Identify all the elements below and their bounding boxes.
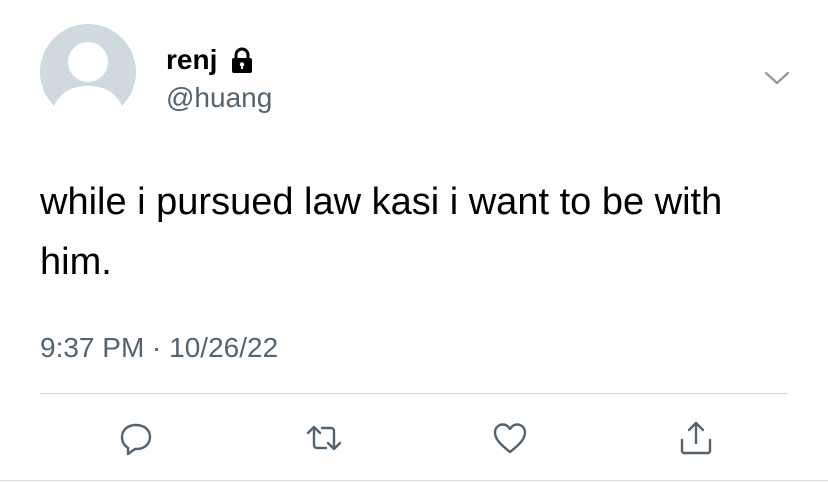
tweet-timestamp[interactable]: 9:37 PM · 10/26/22: [40, 334, 278, 362]
default-profile-icon: [50, 42, 126, 120]
retweet-button[interactable]: [304, 418, 344, 458]
share-icon: [680, 421, 712, 455]
reply-icon: [120, 423, 152, 456]
chevron-down-icon[interactable]: [762, 66, 792, 90]
reply-button[interactable]: [116, 418, 156, 458]
divider: [40, 393, 788, 394]
avatar[interactable]: [40, 24, 136, 120]
tweet-text: while i pursued law kasi i want to be wi…: [40, 181, 723, 283]
author-name-row: renj: [166, 42, 257, 78]
retweet-icon: [306, 425, 342, 451]
lock-icon: [227, 45, 257, 75]
like-button[interactable]: [490, 418, 530, 458]
display-name[interactable]: renj: [166, 46, 217, 74]
heart-icon: [493, 423, 527, 454]
share-button[interactable]: [676, 418, 716, 458]
bottom-divider: [0, 480, 828, 481]
user-handle[interactable]: @huang: [166, 84, 272, 112]
